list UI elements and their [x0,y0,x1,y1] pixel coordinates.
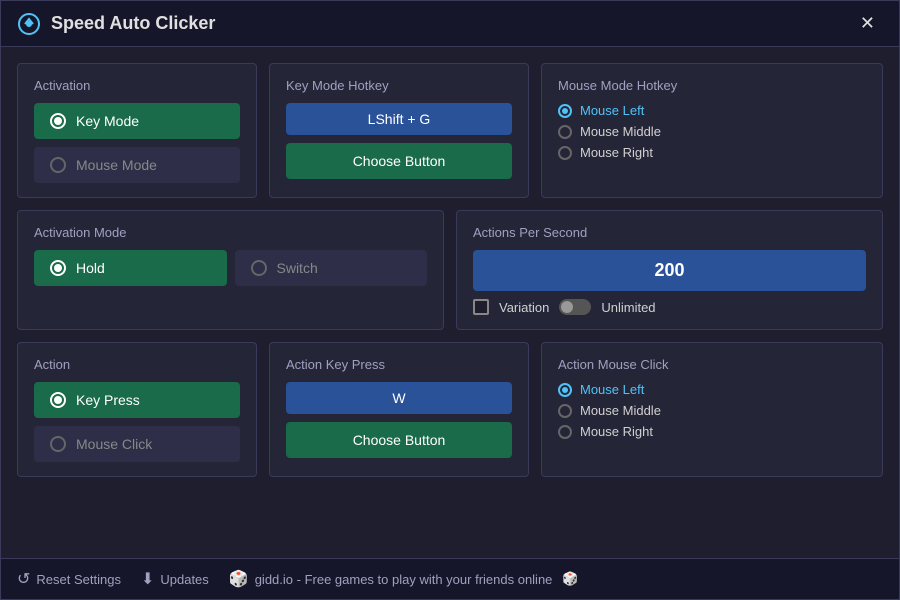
window-title: Speed Auto Clicker [51,13,215,34]
updates-label: Updates [160,572,208,587]
switch-label: Switch [277,260,318,276]
gidd-dice-icon: 🎲 [562,571,578,587]
aps-section: Actions Per Second Variation Unlimited [456,210,883,330]
activation-section: Activation Key Mode Mouse Mode [17,63,257,198]
key-mode-button[interactable]: Key Mode [34,103,240,139]
action-key-display[interactable]: W [286,382,512,414]
gidd-item[interactable]: 🎲 gidd.io - Free games to play with your… [229,569,579,589]
mouse-left-option[interactable]: Mouse Left [558,103,866,118]
updates-icon: ⬇ [141,569,154,589]
action-mouse-left-option[interactable]: Mouse Left [558,382,866,397]
main-window: Speed Auto Clicker ✕ Activation Key Mode… [0,0,900,600]
variation-checkbox[interactable] [473,299,489,315]
action-mouse-middle-radio [558,404,572,418]
mouse-mode-label: Mouse Mode [76,157,157,173]
action-radio-group: Key Press Mouse Click [34,382,240,462]
reset-icon: ↺ [17,569,30,589]
switch-radio-circle [251,260,267,276]
action-title: Action [34,357,240,372]
action-mouse-right-label: Mouse Right [580,424,653,439]
activation-mode-section: Activation Mode Hold Switch [17,210,444,330]
middle-row: Activation Mode Hold Switch Actions Per … [17,210,883,330]
top-row: Activation Key Mode Mouse Mode Key Mode … [17,63,883,198]
bottom-row: Action Key Press Mouse Click Action Key … [17,342,883,477]
activation-radio-group: Key Mode Mouse Mode [34,103,240,183]
close-button[interactable]: ✕ [852,11,883,36]
action-mouse-left-label: Mouse Left [580,382,644,397]
mouse-mode-hotkey-section: Mouse Mode Hotkey Mouse Left Mouse Middl… [541,63,883,198]
gidd-label: gidd.io - Free games to play with your f… [255,572,553,587]
mouse-mode-hotkey-options: Mouse Left Mouse Middle Mouse Right [558,103,866,160]
unlimited-label: Unlimited [601,300,655,315]
action-mouse-left-radio [558,383,572,397]
action-mouse-options: Mouse Left Mouse Middle Mouse Right [558,382,866,439]
mouse-middle-option[interactable]: Mouse Middle [558,124,866,139]
mouse-right-option[interactable]: Mouse Right [558,145,866,160]
variation-row: Variation Unlimited [473,299,866,315]
mouse-right-radio [558,146,572,160]
footer: ↺ Reset Settings ⬇ Updates 🎲 gidd.io - F… [1,558,899,599]
mouse-middle-radio [558,125,572,139]
key-press-label: Key Press [76,392,140,408]
action-mouse-right-radio [558,425,572,439]
action-mouse-click-section: Action Mouse Click Mouse Left Mouse Midd… [541,342,883,477]
title-bar-left: Speed Auto Clicker [17,12,215,36]
app-icon [17,12,41,36]
hold-label: Hold [76,260,105,276]
action-section: Action Key Press Mouse Click [17,342,257,477]
key-mode-label: Key Mode [76,113,139,129]
reset-label: Reset Settings [36,572,121,587]
mouse-left-radio [558,104,572,118]
hold-switch-row: Hold Switch [34,250,427,286]
reset-settings-item[interactable]: ↺ Reset Settings [17,569,121,589]
mouse-middle-label: Mouse Middle [580,124,661,139]
action-key-press-section: Action Key Press W Choose Button [269,342,529,477]
activation-mode-title: Activation Mode [34,225,427,240]
key-press-button[interactable]: Key Press [34,382,240,418]
key-press-radio-circle [50,392,66,408]
aps-input[interactable] [473,250,866,291]
unlimited-toggle[interactable] [559,299,591,315]
mouse-click-button[interactable]: Mouse Click [34,426,240,462]
action-mouse-middle-label: Mouse Middle [580,403,661,418]
mouse-mode-button[interactable]: Mouse Mode [34,147,240,183]
key-mode-hotkey-title: Key Mode Hotkey [286,78,512,93]
hotkey-display[interactable]: LShift + G [286,103,512,135]
key-mode-choose-button[interactable]: Choose Button [286,143,512,179]
mouse-click-radio-circle [50,436,66,452]
variation-label: Variation [499,300,549,315]
action-key-press-title: Action Key Press [286,357,512,372]
mouse-right-label: Mouse Right [580,145,653,160]
activation-title: Activation [34,78,240,93]
action-mouse-click-title: Action Mouse Click [558,357,866,372]
title-bar: Speed Auto Clicker ✕ [1,1,899,47]
mouse-click-label: Mouse Click [76,436,152,452]
action-mouse-middle-option[interactable]: Mouse Middle [558,403,866,418]
gidd-icon: 🎲 [229,569,249,589]
main-content: Activation Key Mode Mouse Mode Key Mode … [1,47,899,558]
key-mode-radio-circle [50,113,66,129]
action-choose-button[interactable]: Choose Button [286,422,512,458]
mouse-mode-hotkey-title: Mouse Mode Hotkey [558,78,866,93]
switch-button[interactable]: Switch [235,250,428,286]
hold-radio-circle [50,260,66,276]
updates-item[interactable]: ⬇ Updates [141,569,209,589]
aps-title: Actions Per Second [473,225,866,240]
mouse-mode-radio-circle [50,157,66,173]
mouse-left-label: Mouse Left [580,103,644,118]
hold-button[interactable]: Hold [34,250,227,286]
action-mouse-right-option[interactable]: Mouse Right [558,424,866,439]
key-mode-hotkey-section: Key Mode Hotkey LShift + G Choose Button [269,63,529,198]
